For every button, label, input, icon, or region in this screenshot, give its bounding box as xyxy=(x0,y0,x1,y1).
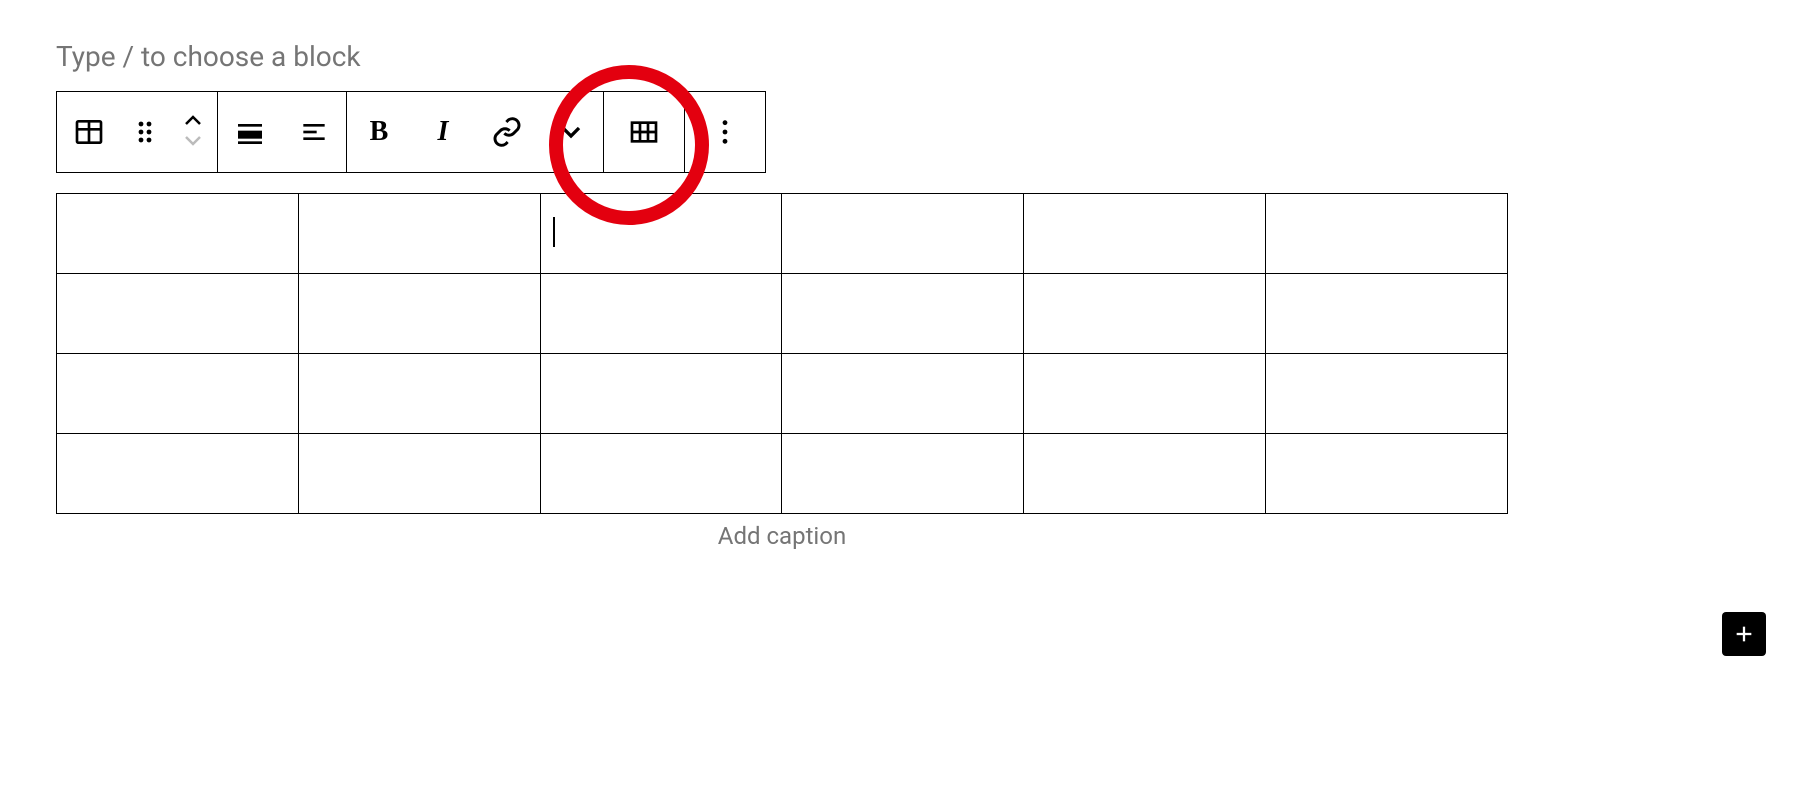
block-type-table-button[interactable] xyxy=(57,92,121,172)
table-cell[interactable] xyxy=(782,194,1024,274)
more-vertical-icon xyxy=(709,116,741,148)
table-icon xyxy=(73,116,105,148)
drag-icon xyxy=(129,116,161,148)
italic-button[interactable]: I xyxy=(411,92,475,172)
table-cell[interactable] xyxy=(1266,274,1508,354)
table-block[interactable] xyxy=(56,193,1508,514)
table-cell[interactable] xyxy=(782,354,1024,434)
table-cell[interactable] xyxy=(298,194,540,274)
toolbar-group-format: B I xyxy=(347,92,604,172)
table-cell[interactable] xyxy=(1024,354,1266,434)
table-cell[interactable] xyxy=(540,434,782,514)
italic-icon: I xyxy=(438,116,449,148)
text-cursor xyxy=(553,217,555,247)
table-cell[interactable] xyxy=(782,274,1024,354)
table-cell[interactable] xyxy=(1024,434,1266,514)
table-cell[interactable] xyxy=(57,194,299,274)
table-cell[interactable] xyxy=(540,354,782,434)
toolbar-group-align xyxy=(218,92,347,172)
caption-input[interactable]: Add caption xyxy=(56,522,1508,550)
chevron-up-icon xyxy=(181,114,205,128)
link-icon xyxy=(491,116,523,148)
chevron-down-icon xyxy=(555,116,587,148)
table-cell[interactable] xyxy=(782,434,1024,514)
table-row xyxy=(57,354,1508,434)
bold-icon: B xyxy=(370,116,389,148)
table-cell[interactable] xyxy=(298,274,540,354)
toolbar-group-options xyxy=(685,92,765,172)
plus-icon xyxy=(1733,623,1755,645)
table-row xyxy=(57,274,1508,354)
table-cell[interactable] xyxy=(1266,354,1508,434)
chevron-down-icon xyxy=(181,133,205,147)
table-cell[interactable] xyxy=(1266,194,1508,274)
table-cell[interactable] xyxy=(57,354,299,434)
align-icon xyxy=(234,116,266,148)
drag-handle[interactable] xyxy=(121,92,169,172)
table-row xyxy=(57,434,1508,514)
move-up-button[interactable] xyxy=(181,113,205,132)
justify-button[interactable] xyxy=(282,92,346,172)
table-cell[interactable] xyxy=(57,274,299,354)
table-cell[interactable] xyxy=(1024,194,1266,274)
align-button[interactable] xyxy=(218,92,282,172)
justify-icon xyxy=(298,116,330,148)
table-edit-icon xyxy=(628,116,660,148)
block-placeholder[interactable]: Type / to choose a block xyxy=(56,40,1760,73)
link-button[interactable] xyxy=(475,92,539,172)
move-down-button[interactable] xyxy=(181,132,205,151)
table-cell[interactable] xyxy=(57,434,299,514)
table-cell[interactable] xyxy=(540,274,782,354)
table-row xyxy=(57,194,1508,274)
table-cell[interactable] xyxy=(298,434,540,514)
table-cell-active[interactable] xyxy=(540,194,782,274)
edit-table-button[interactable] xyxy=(604,92,684,172)
bold-button[interactable]: B xyxy=(347,92,411,172)
toolbar-group-table xyxy=(604,92,685,172)
table-cell[interactable] xyxy=(1024,274,1266,354)
table-cell[interactable] xyxy=(1266,434,1508,514)
add-block-button[interactable] xyxy=(1722,612,1766,656)
move-block xyxy=(169,92,217,172)
more-rich-text-button[interactable] xyxy=(539,92,603,172)
block-toolbar: B I xyxy=(56,91,766,173)
options-button[interactable] xyxy=(685,92,765,172)
table-cell[interactable] xyxy=(298,354,540,434)
toolbar-group-block xyxy=(57,92,218,172)
